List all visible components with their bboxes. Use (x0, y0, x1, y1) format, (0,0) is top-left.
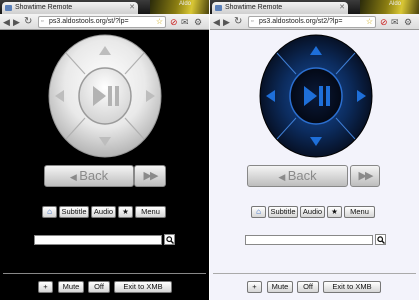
tab-close-icon[interactable]: ✕ (339, 2, 345, 14)
play-pause-button[interactable] (81, 70, 129, 122)
bookmark-star-icon[interactable]: ☆ (156, 17, 163, 27)
forward-nav-icon[interactable]: ▶ (223, 15, 230, 29)
audio-button[interactable]: Audio (91, 206, 116, 218)
stop-icon[interactable]: ⊘ (380, 15, 388, 29)
dpad-right-button[interactable] (135, 81, 161, 111)
browser-titlebar: Showtime Remote ✕ Aldo (210, 0, 419, 14)
home-button[interactable]: ⌂ (42, 206, 57, 218)
titlebar-text: Aldo (388, 1, 401, 7)
remote-window-light: Showtime Remote ✕ Aldo ◀ ▶ ↻ ▫ ps3.aldos… (210, 0, 419, 300)
browser-titlebar: Showtime Remote ✕ Aldo (0, 0, 209, 14)
audio-button[interactable]: Audio (300, 206, 325, 218)
back-nav-icon[interactable]: ◀ (213, 15, 220, 29)
favorite-button[interactable]: ★ (327, 206, 342, 218)
menu-button[interactable]: Menu (135, 206, 166, 218)
back-arrow-icon: ◀ (278, 172, 288, 182)
wrench-icon[interactable]: ⚙ (194, 15, 202, 29)
subtitle-button[interactable]: Subtitle (59, 206, 89, 218)
stop-icon[interactable]: ⊘ (170, 15, 178, 29)
dpad-up-button[interactable] (301, 37, 331, 63)
volume-up-button[interactable]: + (38, 281, 53, 293)
browser-tab[interactable]: Showtime Remote ✕ (2, 2, 138, 14)
browser-tab[interactable]: Showtime Remote ✕ (212, 2, 348, 14)
titlebar-wallpaper: Aldo (150, 0, 209, 14)
search-input[interactable] (34, 235, 162, 245)
page-favicon-icon (5, 5, 12, 11)
home-button[interactable]: ⌂ (251, 206, 266, 218)
tab-title: Showtime Remote (225, 4, 283, 11)
page-icon: ▫ (251, 18, 254, 25)
dpad-down-button[interactable] (90, 129, 120, 155)
remote-window-dark: Showtime Remote ✕ Aldo ◀ ▶ ↻ ▫ ps3.aldos… (0, 0, 209, 300)
off-button[interactable]: Off (88, 281, 110, 293)
back-label: Back (287, 168, 317, 183)
exit-to-xmb-button[interactable]: Exit to XMB (114, 281, 172, 293)
favorite-button[interactable]: ★ (118, 206, 133, 218)
back-arrow-icon: ◀ (69, 172, 80, 182)
mail-icon[interactable]: ✉ (391, 15, 399, 29)
bookmark-star-icon[interactable]: ☆ (366, 17, 373, 27)
forward-nav-icon[interactable]: ▶ (13, 15, 20, 29)
titlebar-wallpaper: Aldo (360, 0, 419, 14)
url-text: ps3.aldostools.org/st/?lp= (49, 18, 129, 25)
reload-icon[interactable]: ↻ (234, 15, 242, 29)
mail-icon[interactable]: ✉ (181, 15, 189, 29)
browser-toolbar: ◀ ▶ ↻ ▫ ps3.aldostools.org/st/?lp= ☆ ⊘ ✉… (0, 14, 209, 30)
menu-button[interactable]: Menu (344, 206, 375, 218)
page-icon: ▫ (41, 18, 44, 25)
dpad-left-button[interactable] (260, 81, 286, 111)
dpad-control (48, 34, 162, 158)
subtitle-button[interactable]: Subtitle (268, 206, 298, 218)
dpad-up-button[interactable] (90, 37, 120, 63)
address-bar[interactable]: ▫ ps3.aldostools.org/st2/?lp= ☆ (248, 16, 376, 28)
url-text: ps3.aldostools.org/st2/?lp= (259, 18, 343, 25)
page-favicon-icon (215, 5, 222, 11)
mute-button[interactable]: Mute (267, 281, 293, 293)
search-icon (377, 236, 385, 244)
back-nav-icon[interactable]: ◀ (3, 15, 10, 29)
fast-forward-button[interactable]: ▶▶ (134, 165, 166, 187)
back-button[interactable]: ◀ Back (44, 165, 134, 187)
fast-forward-button[interactable]: ▶▶ (350, 165, 380, 187)
footer-divider (213, 273, 416, 274)
back-button[interactable]: ◀ Back (247, 165, 348, 187)
titlebar-text: Aldo (178, 1, 191, 7)
reload-icon[interactable]: ↻ (24, 15, 32, 29)
back-label: Back (79, 168, 109, 183)
address-bar[interactable]: ▫ ps3.aldostools.org/st/?lp= ☆ (38, 16, 166, 28)
volume-up-button[interactable]: + (247, 281, 262, 293)
search-input[interactable] (245, 235, 373, 245)
tab-close-icon[interactable]: ✕ (129, 2, 135, 14)
dpad-right-button[interactable] (346, 81, 372, 111)
search-button[interactable] (164, 234, 175, 245)
search-button[interactable] (375, 234, 386, 245)
footer-divider (3, 273, 206, 274)
tab-title: Showtime Remote (15, 4, 73, 11)
play-pause-button[interactable] (292, 70, 340, 122)
mute-button[interactable]: Mute (58, 281, 84, 293)
off-button[interactable]: Off (297, 281, 319, 293)
search-icon (166, 236, 174, 244)
dpad-left-button[interactable] (49, 81, 75, 111)
browser-toolbar: ◀ ▶ ↻ ▫ ps3.aldostools.org/st2/?lp= ☆ ⊘ … (210, 14, 419, 30)
wrench-icon[interactable]: ⚙ (404, 15, 412, 29)
dpad-control (259, 34, 373, 158)
dpad-down-button[interactable] (301, 129, 331, 155)
exit-to-xmb-button[interactable]: Exit to XMB (323, 281, 381, 293)
